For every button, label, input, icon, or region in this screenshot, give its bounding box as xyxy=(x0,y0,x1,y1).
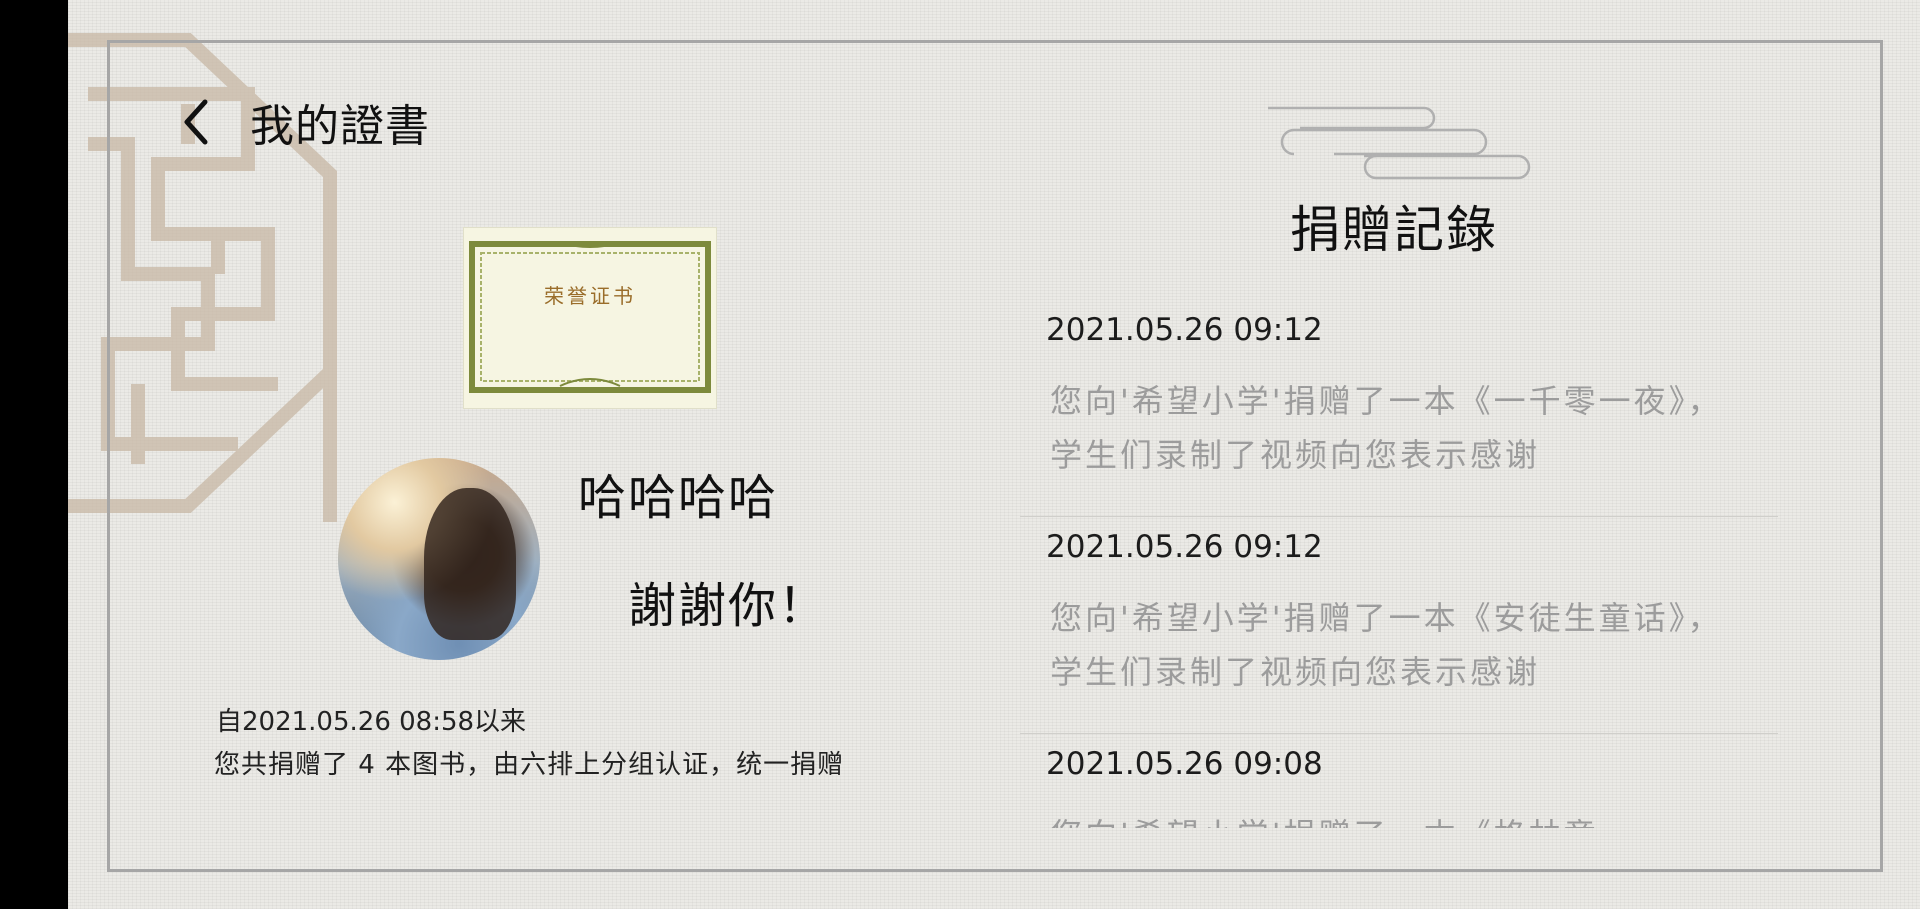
certificate-image[interactable]: 荣誉证书 xyxy=(464,228,716,408)
record-description: 您向'希望小学'捐赠了一本《安徒生童话》，学生们录制了视频向您表示感谢 xyxy=(1050,599,1723,691)
record-description: 您向'希望小学'捐赠了一本《格林童 xyxy=(1050,808,1750,828)
donation-since-text: 自2021.05.26 08:58以来 xyxy=(216,707,527,737)
records-title: 捐贈記錄 xyxy=(1290,201,1498,259)
left-edge-bar xyxy=(0,0,68,909)
record-time: 2021.05.26 09:12 xyxy=(1046,312,1323,348)
record-description: 您向'希望小学'捐赠了一本《一千零一夜》，学生们录制了视频向您表示感谢 xyxy=(1050,382,1723,474)
donation-summary-text: 您共捐赠了 4 本图书，由六排上分组认证，统一捐赠 xyxy=(214,750,845,780)
avatar[interactable] xyxy=(338,458,540,660)
page-title: 我的證書 xyxy=(250,101,430,152)
top-bar: 我的證書 xyxy=(176,90,430,154)
chevron-left-icon xyxy=(184,99,208,145)
certificate-title: 荣誉证书 xyxy=(544,284,636,308)
record-time: 2021.05.26 09:08 xyxy=(1046,746,1323,782)
certificate-border xyxy=(469,241,711,393)
cloud-ornament-icon xyxy=(1268,106,1531,180)
donation-records-list[interactable]: 2021.05.26 09:12 您向'希望小学'捐赠了一本《一千零一夜》，学生… xyxy=(1020,300,1778,828)
record-item[interactable]: 2021.05.26 09:12 您向'希望小学'捐赠了一本《一千零一夜》，学生… xyxy=(1020,300,1778,517)
record-item[interactable]: 2021.05.26 09:12 您向'希望小学'捐赠了一本《安徒生童话》，学生… xyxy=(1020,517,1778,734)
thanks-text: 謝謝你！ xyxy=(628,578,829,634)
user-nickname: 哈哈哈哈 xyxy=(578,470,779,526)
back-button[interactable] xyxy=(176,94,216,150)
avatar-photo-figure xyxy=(424,488,516,640)
record-time: 2021.05.26 09:12 xyxy=(1046,529,1323,565)
record-item[interactable]: 2021.05.26 09:08 您向'希望小学'捐赠了一本《格林童 xyxy=(1020,734,1778,828)
